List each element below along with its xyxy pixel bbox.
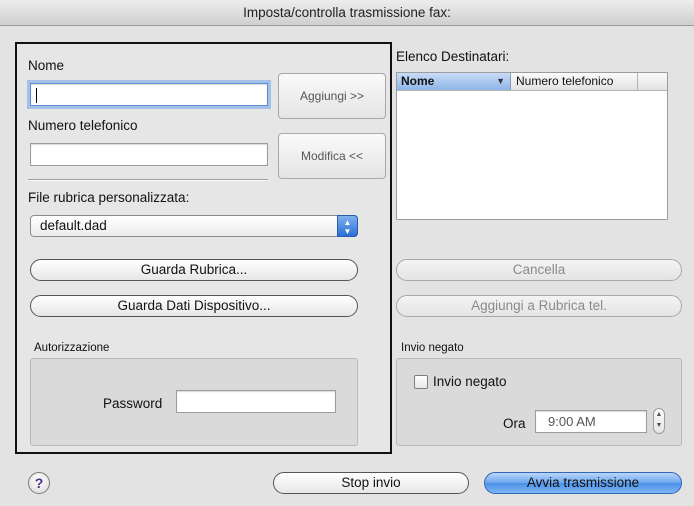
recipient-list[interactable]: Nome ▼ Numero telefonico bbox=[396, 72, 668, 220]
phonebook-file-select[interactable]: default.dad ▲ ▼ bbox=[30, 215, 358, 237]
time-field[interactable]: 9:00 AM bbox=[535, 410, 647, 433]
phone-input[interactable] bbox=[30, 143, 268, 166]
password-input[interactable] bbox=[176, 390, 336, 413]
deny-send-checkbox-label: Invio negato bbox=[433, 374, 507, 389]
stepper-arrows-icon[interactable]: ▲ ▼ bbox=[653, 408, 665, 434]
time-value: 9:00 AM bbox=[548, 414, 596, 429]
column-header-phone[interactable]: Numero telefonico bbox=[512, 73, 638, 90]
help-icon[interactable]: ? bbox=[28, 472, 50, 494]
phonebook-file-label: File rubrica personalizzata: bbox=[28, 190, 190, 205]
password-label: Password bbox=[103, 396, 163, 411]
phonebook-file-value: default.dad bbox=[40, 218, 107, 233]
deny-send-checkbox[interactable] bbox=[414, 375, 428, 389]
time-label: Ora bbox=[503, 416, 526, 431]
view-phonebook-button[interactable]: Guarda Rubrica... bbox=[30, 259, 358, 281]
name-label: Nome bbox=[28, 58, 65, 73]
deny-send-title: Invio negato bbox=[401, 342, 464, 354]
add-recipient-button[interactable]: Aggiungi >> bbox=[278, 73, 386, 119]
delete-button[interactable]: Cancella bbox=[396, 259, 682, 281]
up-down-arrows-icon: ▲ ▼ bbox=[337, 215, 358, 237]
add-to-phonebook-button[interactable]: Aggiungi a Rubrica tel. bbox=[396, 295, 682, 317]
recipient-list-label: Elenco Destinatari: bbox=[396, 49, 510, 64]
name-input[interactable] bbox=[30, 83, 268, 106]
stop-send-button[interactable]: Stop invio bbox=[273, 472, 469, 494]
modify-recipient-button[interactable]: Modifica << bbox=[278, 133, 386, 179]
authorization-title: Autorizzazione bbox=[34, 342, 110, 354]
window-title: Imposta/controlla trasmissione fax: bbox=[0, 0, 694, 26]
column-header-name[interactable]: Nome ▼ bbox=[397, 73, 511, 90]
start-transmission-button[interactable]: Avvia trasmissione bbox=[484, 472, 682, 494]
text-caret bbox=[36, 88, 37, 103]
view-device-data-button[interactable]: Guarda Dati Dispositivo... bbox=[30, 295, 358, 317]
separator bbox=[28, 179, 268, 181]
column-name-label: Nome bbox=[401, 74, 435, 88]
phone-label: Numero telefonico bbox=[28, 118, 138, 133]
sort-descending-icon: ▼ bbox=[496, 76, 505, 86]
list-header: Nome ▼ Numero telefonico bbox=[397, 73, 667, 91]
